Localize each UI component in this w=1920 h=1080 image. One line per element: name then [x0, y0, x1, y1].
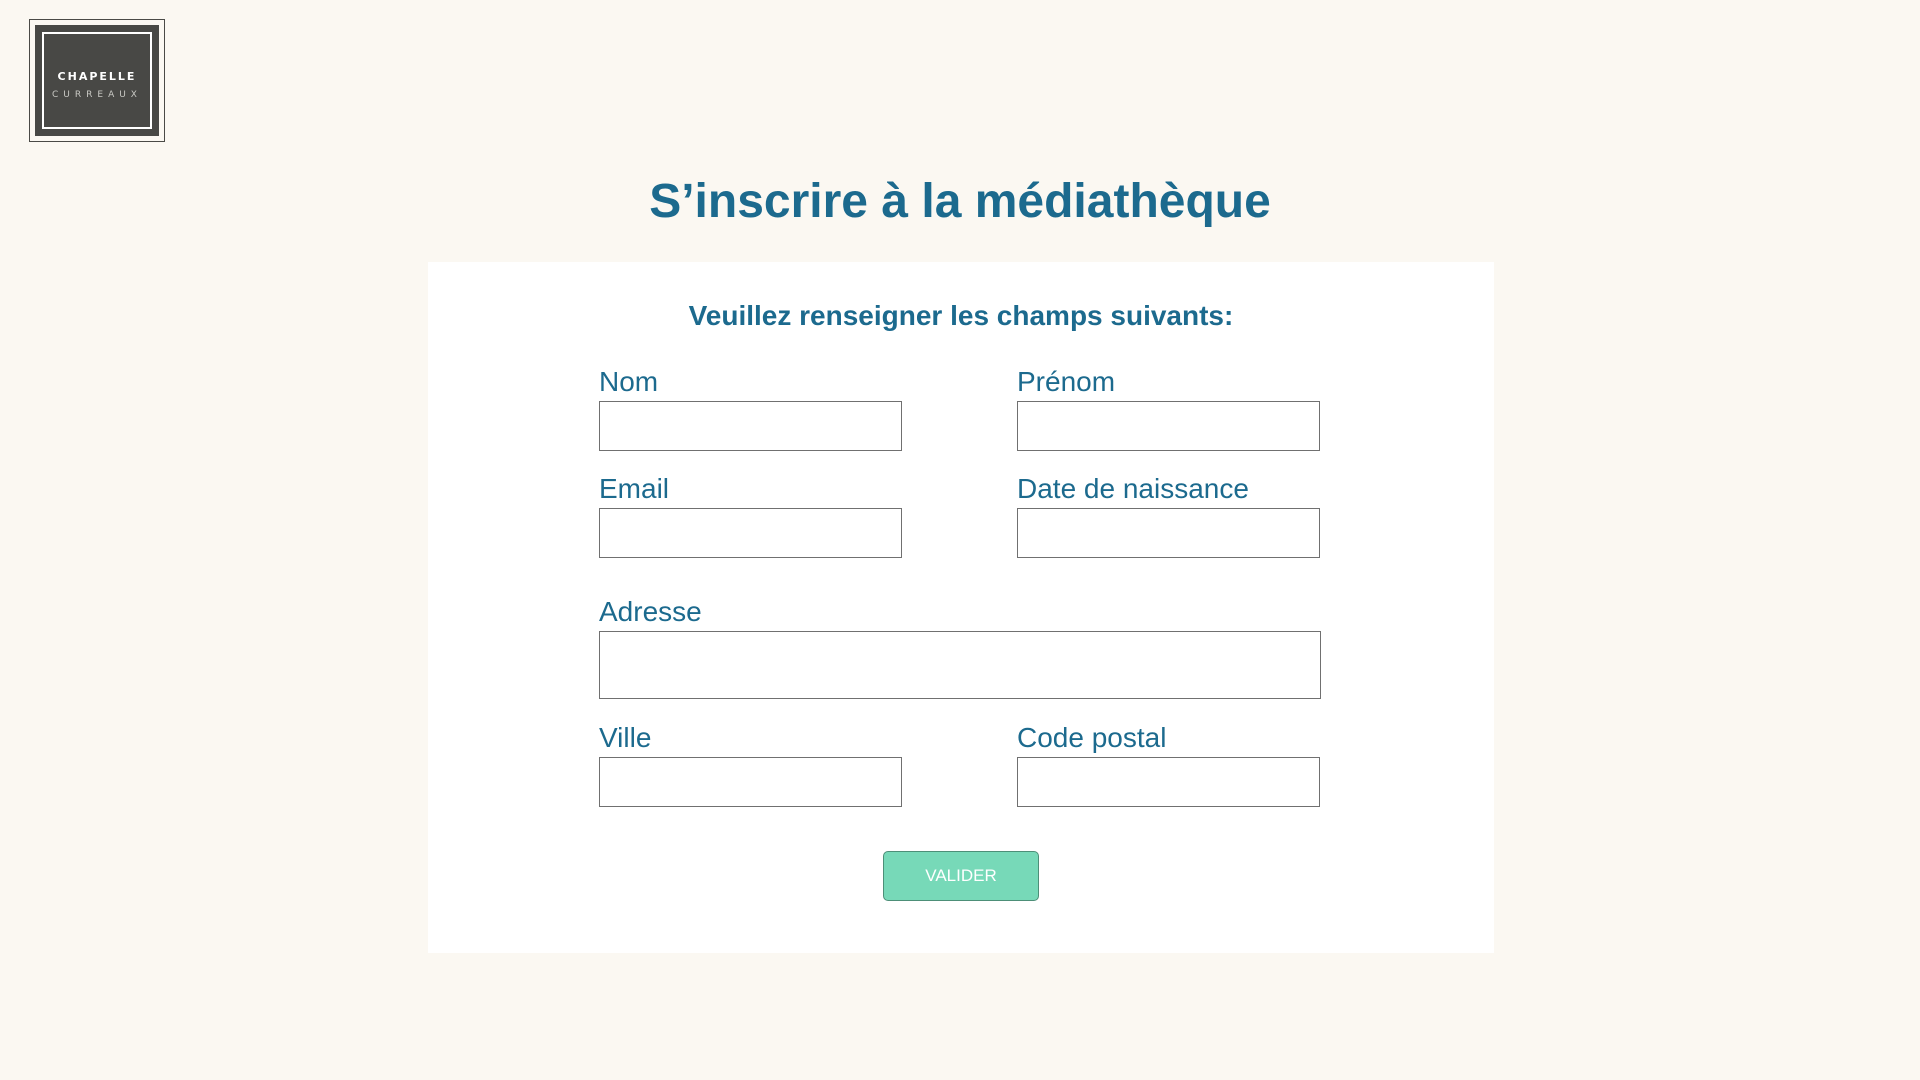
- nom-input[interactable]: [599, 401, 902, 451]
- date-naissance-label: Date de naissance: [1017, 473, 1249, 504]
- logo-text-line2: CURREAUX: [52, 90, 142, 100]
- adresse-input[interactable]: [599, 631, 1321, 699]
- code-postal-input[interactable]: [1017, 757, 1320, 807]
- prenom-input[interactable]: [1017, 401, 1320, 451]
- ville-input[interactable]: [599, 757, 902, 807]
- form-instructions: Veuillez renseigner les champs suivants:: [688, 300, 1234, 331]
- logo-badge: CHAPELLE CURREAUX: [35, 25, 159, 136]
- code-postal-label: Code postal: [1017, 722, 1167, 753]
- nom-label: Nom: [599, 366, 659, 397]
- date-naissance-input[interactable]: [1017, 508, 1320, 558]
- logo-text-line1: CHAPELLE: [57, 70, 137, 83]
- email-input[interactable]: [599, 508, 902, 558]
- ville-label: Ville: [599, 722, 652, 753]
- prenom-label: Prénom: [1017, 366, 1116, 397]
- logo: CHAPELLE CURREAUX: [29, 19, 165, 142]
- email-label: Email: [599, 473, 670, 504]
- page-title: S’inscrire à la médiathèque: [649, 175, 1271, 228]
- adresse-label: Adresse: [599, 596, 702, 627]
- registration-form-card: Veuillez renseigner les champs suivants:…: [428, 262, 1494, 953]
- submit-button[interactable]: VALIDER: [883, 851, 1039, 901]
